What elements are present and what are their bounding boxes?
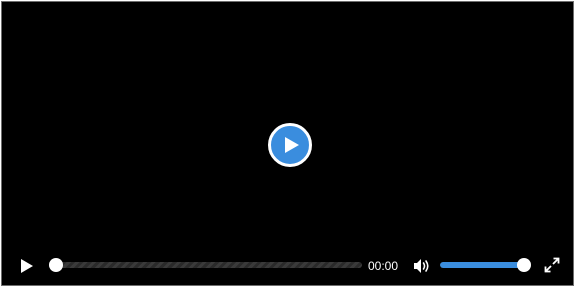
play-icon: [21, 259, 33, 273]
video-player[interactable]: 00:00: [1, 1, 574, 286]
progress-track: [49, 262, 362, 268]
current-time: 00:00: [368, 259, 399, 273]
volume-level: [440, 262, 524, 268]
fullscreen-icon: [544, 257, 560, 273]
fullscreen-button[interactable]: [543, 256, 561, 274]
volume-handle[interactable]: [517, 258, 531, 272]
progress-handle[interactable]: [49, 258, 63, 272]
volume-high-icon: [414, 259, 429, 273]
volume-slider[interactable]: [440, 258, 531, 272]
mute-button[interactable]: [411, 256, 433, 276]
big-play-button[interactable]: [268, 123, 312, 167]
progress-bar[interactable]: [49, 258, 362, 272]
play-button[interactable]: [16, 255, 38, 277]
play-circle-icon: [285, 137, 299, 153]
volume-track: [440, 262, 524, 268]
